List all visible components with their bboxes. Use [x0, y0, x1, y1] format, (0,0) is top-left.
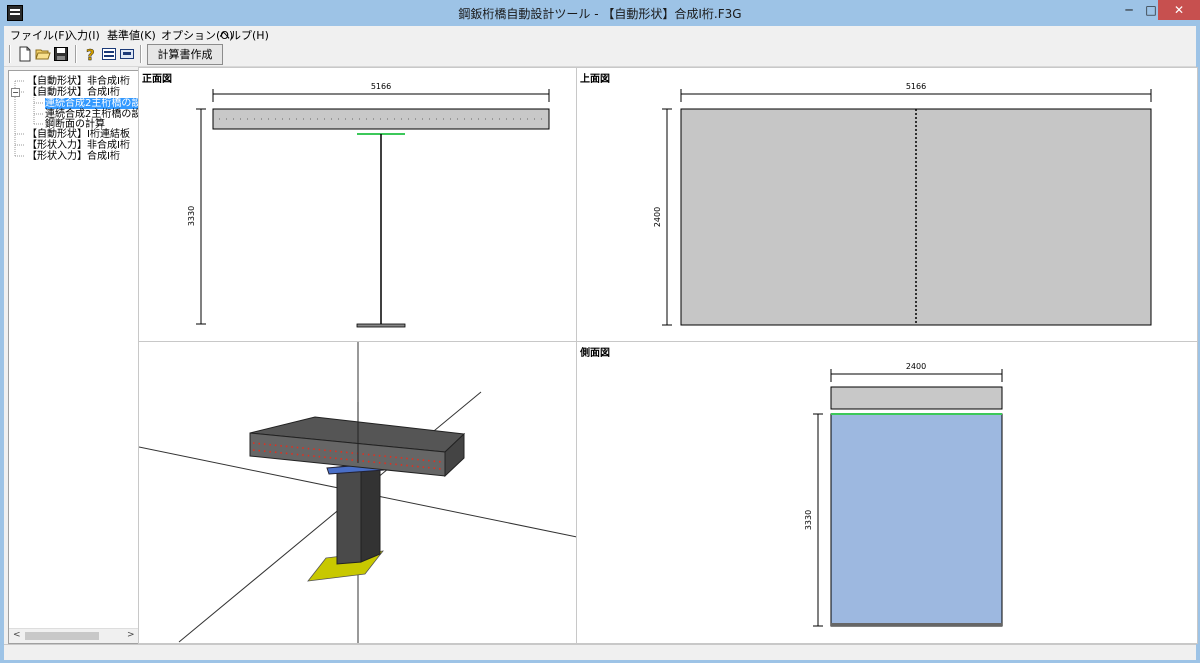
open-icon[interactable] [35, 46, 51, 62]
tree-item-continuous-composite-1[interactable]: 連続合成2主桁橋の設 [45, 98, 139, 109]
save-icon[interactable] [53, 46, 69, 62]
svg-text:?: ? [86, 46, 95, 62]
iso-view-drawing [139, 342, 577, 643]
menu-help[interactable]: ヘルプ(H) [219, 27, 269, 43]
scroll-right-arrow[interactable]: > [127, 630, 135, 640]
side-view-pane[interactable]: 側面図 2400 3330 [576, 341, 1198, 644]
tree-item-composite-shape[interactable]: 【形状入力】合成I桁 [27, 151, 120, 162]
toolbar-grip [9, 45, 11, 63]
tree-panel: 【自動形状】非合成I桁 − 【自動形状】合成I桁 連続合成2主桁橋の設 連続合成… [8, 70, 140, 644]
toolbar-separator [140, 45, 142, 63]
window-title: 鋼鈑桁橋自動設計ツール - 【自動形状】合成I桁.F3G [458, 7, 742, 21]
front-width-dimension: 5166 [371, 82, 391, 91]
scroll-left-arrow[interactable]: < [13, 630, 21, 640]
front-view-pane[interactable]: 正面図 5166 3330 [138, 67, 578, 343]
tree-horizontal-scrollbar[interactable]: < > [9, 628, 139, 643]
tree-item-splice-plate[interactable]: 【自動形状】I桁連結板 [27, 129, 130, 140]
close-button[interactable]: ✕ [1158, 0, 1200, 20]
tree-item-noncomposite-shape[interactable]: 【形状入力】非合成I桁 [27, 140, 130, 151]
side-width-dimension: 2400 [906, 362, 926, 371]
top-width-dimension: 5166 [906, 82, 926, 91]
top-view-drawing: 5166 2400 [653, 82, 1152, 326]
new-icon[interactable] [17, 46, 33, 62]
menu-standard[interactable]: 基準値(K) [107, 27, 156, 43]
side-height-dimension: 3330 [804, 510, 813, 530]
client-area: ファイル(F) 入力(I) 基準値(K) オプション(O) ヘルプ(H) ? 計… [4, 26, 1198, 660]
preview-icon[interactable] [119, 46, 135, 62]
scroll-thumb[interactable] [25, 632, 99, 640]
status-bar [4, 644, 1196, 660]
front-height-dimension: 3330 [187, 206, 196, 226]
side-view-drawing: 2400 3330 [804, 362, 1003, 627]
top-height-dimension: 2400 [653, 207, 662, 227]
title-bar[interactable]: 鋼鈑桁橋自動設計ツール - 【自動形状】合成I桁.F3G ─ □ ✕ [0, 0, 1200, 26]
help-icon[interactable]: ? [83, 46, 99, 62]
toolbar: ? 計算書作成 [4, 42, 1196, 67]
toolbar-separator [75, 45, 77, 63]
top-view-pane[interactable]: 上面図 5166 2400 [576, 67, 1198, 343]
tree-item-composite-auto[interactable]: 【自動形状】合成I桁 [27, 87, 120, 98]
menu-file[interactable]: ファイル(F) [10, 27, 69, 43]
document-icon[interactable] [101, 46, 117, 62]
menu-input[interactable]: 入力(I) [66, 27, 100, 43]
create-report-button[interactable]: 計算書作成 [147, 44, 223, 65]
tree-item-noncomposite-auto[interactable]: 【自動形状】非合成I桁 [27, 76, 130, 87]
collapse-toggle[interactable]: − [11, 88, 20, 97]
menu-bar: ファイル(F) 入力(I) 基準値(K) オプション(O) ヘルプ(H) [4, 26, 1196, 42]
iso-view-pane[interactable] [138, 341, 578, 644]
front-view-drawing: 5166 3330 [187, 82, 550, 328]
